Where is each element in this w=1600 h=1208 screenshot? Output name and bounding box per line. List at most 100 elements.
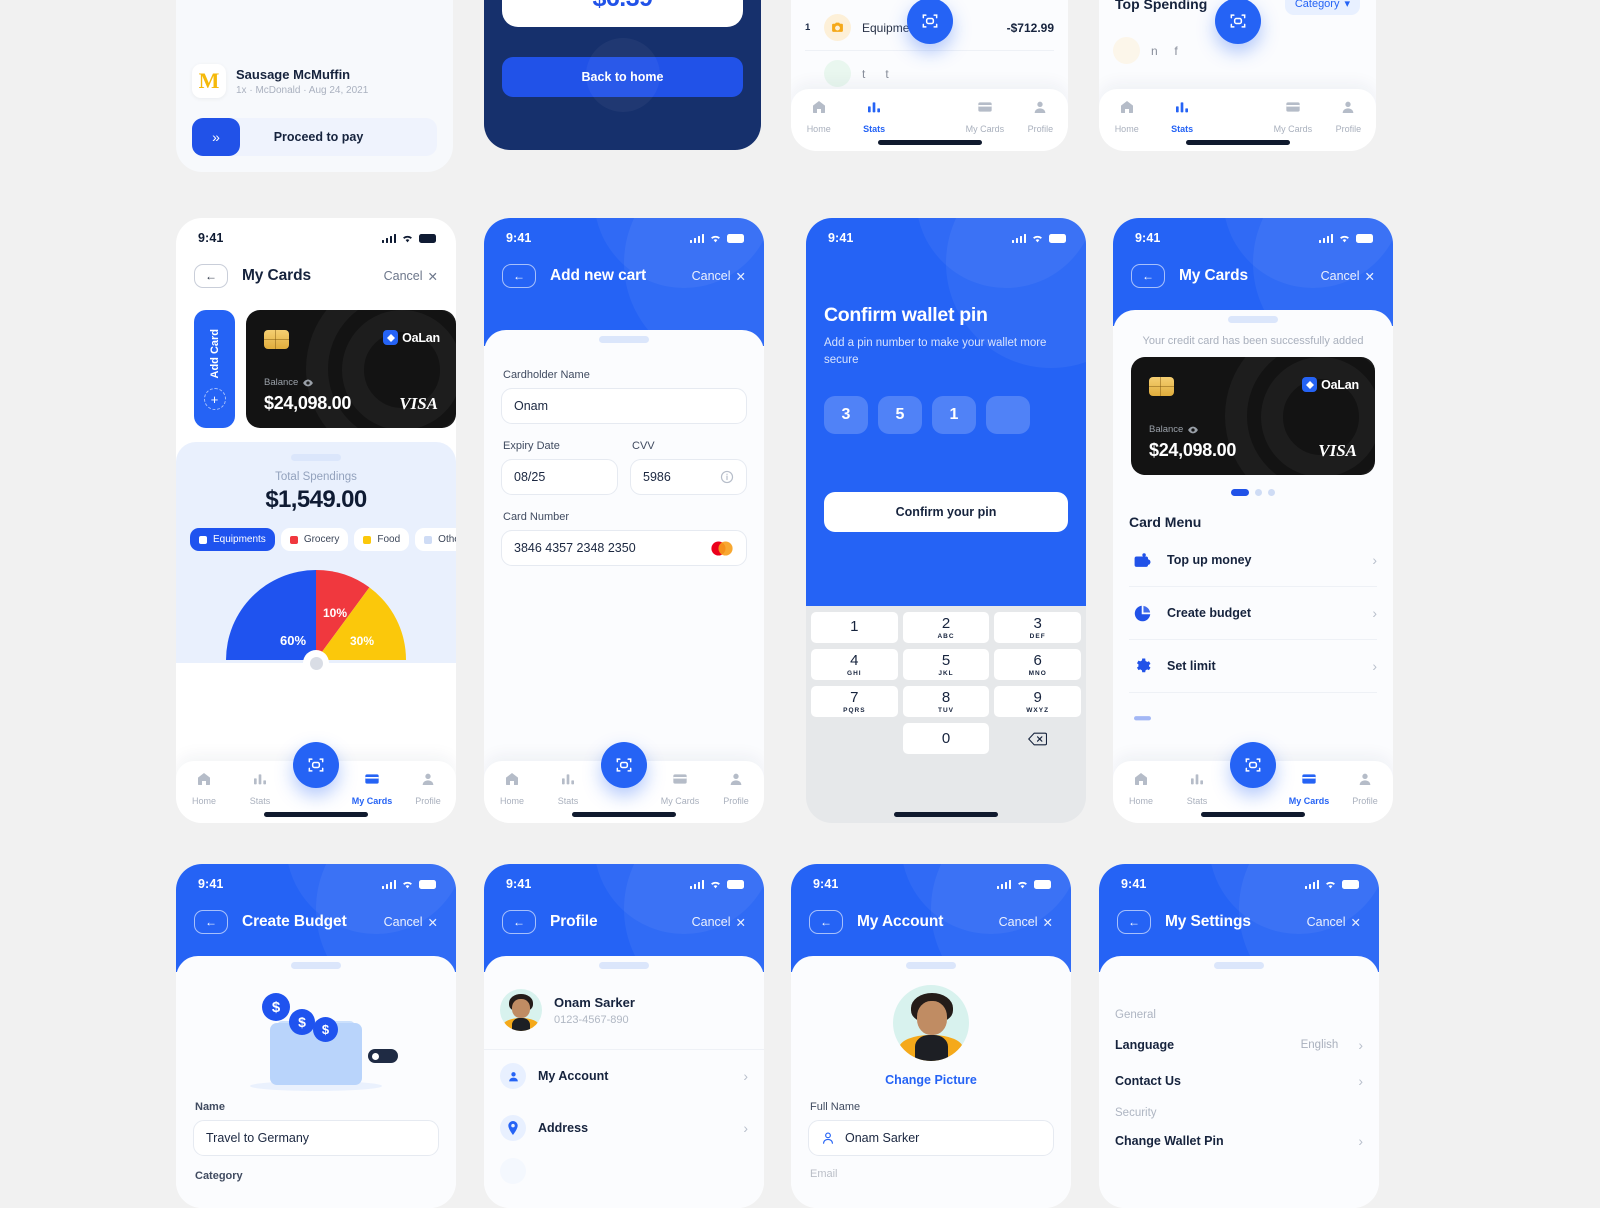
- full-name-input[interactable]: Onam Sarker: [808, 1120, 1054, 1156]
- cancel-button[interactable]: Cancel ✕: [384, 269, 438, 284]
- legend-item-other[interactable]: Other: [415, 528, 456, 551]
- carousel-dots[interactable]: [1113, 489, 1393, 496]
- menu-item-partial[interactable]: [1113, 693, 1393, 745]
- ui-kit-board: M Sausage McMuffin 1x · McDonald · Aug 2…: [0, 0, 1600, 1208]
- avatar[interactable]: [893, 985, 969, 1061]
- back-button[interactable]: ←: [502, 910, 536, 934]
- scan-fab-button[interactable]: [1230, 742, 1276, 788]
- change-picture-link[interactable]: Change Picture: [791, 1073, 1071, 1087]
- info-icon[interactable]: [720, 470, 734, 484]
- expiry-date-input[interactable]: 08/25: [501, 459, 618, 495]
- tab-home[interactable]: Home: [791, 99, 846, 134]
- key-7[interactable]: 7 PQRS: [811, 686, 898, 717]
- scan-fab-button[interactable]: [293, 742, 339, 788]
- key-0[interactable]: 0: [902, 723, 990, 754]
- tab-stats[interactable]: Stats: [540, 771, 596, 806]
- tab-home[interactable]: Home: [484, 771, 540, 806]
- back-button[interactable]: ←: [194, 264, 228, 288]
- pin-entry-row[interactable]: 3 5 1: [824, 395, 1068, 434]
- legend-item-food[interactable]: Food: [354, 528, 410, 551]
- add-card-button[interactable]: Add Card +: [194, 310, 235, 428]
- profile-item-address[interactable]: Address ›: [484, 1102, 764, 1154]
- cardholder-name-input[interactable]: Onam: [501, 388, 747, 424]
- tab-home[interactable]: Home: [1099, 99, 1154, 134]
- gauge-needle-knob[interactable]: [303, 650, 329, 676]
- tab-profile[interactable]: Profile: [1321, 99, 1376, 134]
- scan-fab-button[interactable]: [601, 742, 647, 788]
- cancel-button[interactable]: Cancel ✕: [999, 915, 1053, 930]
- cvv-input[interactable]: 5986: [630, 459, 747, 495]
- cardholder-name-label: Cardholder Name: [503, 369, 590, 381]
- tab-profile[interactable]: Profile: [708, 771, 764, 806]
- tab-stats[interactable]: Stats: [1169, 771, 1225, 806]
- scan-fab-button[interactable]: [906, 0, 953, 44]
- tab-my-cards[interactable]: My Cards: [652, 771, 708, 806]
- menu-item-set-limit[interactable]: Set limit ›: [1113, 640, 1393, 692]
- scan-fab-button[interactable]: [1214, 0, 1261, 44]
- cancel-button[interactable]: Cancel ✕: [692, 269, 746, 284]
- card-number-input[interactable]: 3846 4357 2348 2350: [501, 530, 747, 566]
- tab-stats[interactable]: Stats: [846, 99, 901, 134]
- settings-item-label: Language: [1115, 1038, 1175, 1052]
- legend-item-grocery[interactable]: Grocery: [280, 528, 349, 551]
- proceed-to-pay-button[interactable]: » Proceed to pay: [192, 118, 437, 156]
- key-8[interactable]: 8 TUV: [902, 686, 990, 717]
- legend-item-equipments[interactable]: Equipments: [190, 528, 275, 551]
- back-button[interactable]: ←: [809, 910, 843, 934]
- key-backspace[interactable]: [994, 723, 1081, 754]
- profile-item-partial[interactable]: [484, 1154, 764, 1197]
- tab-label: Profile: [723, 796, 749, 806]
- credit-card[interactable]: OaLan Balance $24,098.00 VISA: [246, 310, 456, 428]
- profile-user-row[interactable]: Onam Sarker 0123-4567-890: [484, 969, 764, 1049]
- menu-item-top-up-money[interactable]: Top up money ›: [1113, 534, 1393, 586]
- key-5[interactable]: 5 JKL: [902, 649, 990, 680]
- key-1[interactable]: 1: [811, 612, 898, 643]
- spending-row[interactable]: t t: [791, 60, 1068, 87]
- tab-stats[interactable]: Stats: [232, 771, 288, 806]
- receipt-card: M Sausage McMuffin 1x · McDonald · Aug 2…: [176, 0, 453, 172]
- pin-digit-4[interactable]: [986, 395, 1030, 434]
- double-chevron-right-icon: »: [192, 118, 240, 156]
- cancel-button[interactable]: Cancel ✕: [384, 915, 438, 930]
- pin-digit-2[interactable]: 5: [878, 395, 922, 434]
- cancel-button[interactable]: Cancel ✕: [1321, 269, 1375, 284]
- back-button[interactable]: ←: [1117, 910, 1151, 934]
- tab-my-cards[interactable]: My Cards: [1281, 771, 1337, 806]
- menu-item-create-budget[interactable]: Create budget ›: [1113, 587, 1393, 639]
- back-button[interactable]: ←: [1131, 264, 1165, 288]
- confirm-pin-button[interactable]: Confirm your pin: [824, 491, 1068, 532]
- pin-digit-1[interactable]: 3: [824, 395, 868, 434]
- tab-my-cards[interactable]: My Cards: [344, 771, 400, 806]
- tab-label: My Cards: [1273, 124, 1313, 134]
- settings-item-change-wallet-pin[interactable]: Change Wallet Pin ›: [1099, 1127, 1379, 1162]
- budget-name-input[interactable]: Travel to Germany: [193, 1120, 439, 1156]
- credit-card[interactable]: OaLan Balance $24,098.00 VISA: [1131, 357, 1375, 475]
- tab-label: Profile: [415, 796, 441, 806]
- key-2[interactable]: 2 ABC: [902, 612, 990, 643]
- settings-item-language[interactable]: Language English ›: [1099, 1029, 1379, 1061]
- key-9[interactable]: 9 WXYZ: [994, 686, 1082, 717]
- category-dropdown[interactable]: Category ▾: [1284, 0, 1360, 15]
- tab-stats[interactable]: Stats: [1154, 99, 1209, 134]
- tab-my-cards[interactable]: My Cards: [1265, 99, 1320, 134]
- tab-profile[interactable]: Profile: [400, 771, 456, 806]
- back-button[interactable]: ←: [194, 910, 228, 934]
- tab-home[interactable]: Home: [176, 771, 232, 806]
- tab-my-cards[interactable]: My Cards: [957, 99, 1012, 134]
- pin-digit-3[interactable]: 1: [932, 395, 976, 434]
- status-icons: [1011, 233, 1066, 243]
- tab-profile[interactable]: Profile: [1013, 99, 1068, 134]
- back-button[interactable]: ←: [502, 264, 536, 288]
- cvv-value: 5986: [643, 470, 671, 484]
- more-icon: [500, 1158, 526, 1184]
- cancel-button[interactable]: Cancel ✕: [1307, 915, 1361, 930]
- key-3[interactable]: 3 DEF: [994, 612, 1082, 643]
- tab-profile[interactable]: Profile: [1337, 771, 1393, 806]
- key-6[interactable]: 6 MNO: [994, 649, 1082, 680]
- tab-home[interactable]: Home: [1113, 771, 1169, 806]
- close-icon: ✕: [1350, 915, 1361, 930]
- settings-item-contact-us[interactable]: Contact Us ›: [1099, 1061, 1379, 1097]
- cancel-button[interactable]: Cancel ✕: [692, 915, 746, 930]
- key-4[interactable]: 4 GHI: [811, 649, 898, 680]
- profile-item-my-account[interactable]: My Account ›: [484, 1050, 764, 1102]
